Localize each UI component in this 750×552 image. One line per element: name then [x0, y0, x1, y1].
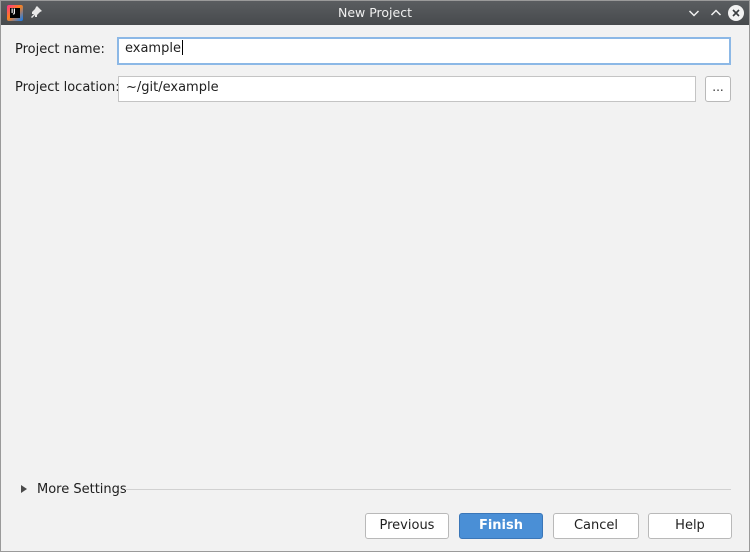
finish-button[interactable]: Finish — [459, 513, 543, 539]
title-bar[interactable]: IJ New Project — [1, 1, 749, 25]
more-settings-label: More Settings — [37, 481, 127, 497]
more-settings-toggle[interactable]: More Settings — [19, 480, 127, 498]
chevron-up-icon — [710, 9, 722, 16]
close-icon — [732, 9, 740, 17]
project-location-value: ~/git/example — [126, 80, 219, 95]
project-name-label: Project name: — [15, 42, 105, 57]
help-button[interactable]: Help — [648, 513, 732, 539]
close-button[interactable] — [727, 4, 745, 22]
browse-location-button[interactable]: ... — [705, 76, 731, 102]
minimize-button[interactable] — [685, 4, 703, 22]
project-location-label: Project location: — [15, 80, 120, 95]
maximize-button[interactable] — [707, 4, 725, 22]
project-name-input[interactable]: example — [117, 37, 731, 65]
chevron-down-icon — [688, 10, 700, 17]
project-location-input[interactable]: ~/git/example — [118, 76, 696, 102]
window-title: New Project — [337, 5, 412, 20]
text-caret — [181, 40, 183, 55]
project-name-value: example — [125, 41, 181, 56]
cancel-button[interactable]: Cancel — [553, 513, 639, 539]
new-project-dialog: IJ New Project Project name: example Pro… — [0, 0, 750, 552]
triangle-right-icon — [21, 485, 27, 493]
previous-button[interactable]: Previous — [365, 513, 449, 539]
divider — [125, 489, 731, 490]
